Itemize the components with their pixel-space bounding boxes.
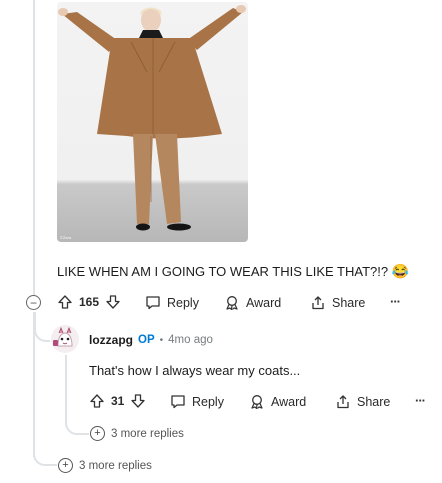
comment-image[interactable]: ©Zara (57, 2, 248, 242)
reply-reply-button[interactable]: Reply (170, 394, 224, 409)
share-button[interactable]: Share (310, 295, 365, 310)
comment-header: lozzapg OP • 4mo ago (89, 333, 213, 347)
upvote-icon[interactable] (57, 294, 73, 310)
share-icon (310, 295, 326, 310)
plus-icon: + (58, 458, 73, 473)
collapse-button[interactable]: − (26, 295, 41, 310)
more-replies-button[interactable]: + 3 more replies (58, 458, 152, 473)
thread-curve-main (33, 443, 57, 466)
plus-icon: + (90, 426, 105, 441)
share-label: Share (332, 295, 366, 310)
op-badge: OP (138, 334, 155, 346)
coat-model-illustration (58, 5, 246, 231)
image-credit: ©Zara (60, 235, 72, 240)
username[interactable]: lozzapg (89, 333, 133, 347)
separator: • (159, 334, 164, 346)
minus-icon: − (29, 295, 37, 310)
vote-score: 165 (79, 295, 100, 309)
vote-controls: 165 (57, 294, 121, 310)
reply-vote-controls: 31 (89, 393, 146, 409)
award-icon (249, 394, 265, 409)
award-button[interactable]: Award (224, 295, 281, 310)
reply-award-button[interactable]: Award (249, 394, 306, 409)
reply-share-button[interactable]: Share (335, 394, 390, 409)
avatar[interactable] (50, 324, 80, 354)
more-replies-label: 3 more replies (111, 427, 184, 440)
comment-bubble-icon (170, 394, 186, 409)
more-replies-nested-button[interactable]: + 3 more replies (90, 426, 184, 441)
share-icon (335, 394, 351, 409)
thread-curve-reply-more (65, 412, 89, 435)
thread-line-main[interactable] (33, 0, 35, 300)
more-replies-label: 3 more replies (79, 459, 152, 472)
reply-label: Reply (192, 394, 224, 409)
avatar-icon (51, 325, 79, 353)
award-icon (224, 295, 240, 310)
share-label: Share (357, 394, 391, 409)
vote-score: 31 (111, 394, 125, 408)
comment-body: LIKE WHEN AM I GOING TO WEAR THIS LIKE T… (57, 264, 389, 279)
downvote-icon[interactable] (105, 294, 121, 310)
downvote-icon[interactable] (130, 393, 146, 409)
laughing-emoji-icon: 😂 (391, 263, 410, 279)
timestamp[interactable]: 4mo ago (168, 334, 213, 346)
more-options-button[interactable]: ··· (390, 294, 401, 309)
award-label: Award (246, 295, 282, 310)
award-label: Award (271, 394, 307, 409)
comment-bubble-icon (145, 295, 161, 310)
comment-text: LIKE WHEN AM I GOING TO WEAR THIS LIKE T… (57, 263, 409, 280)
reply-more-options-button[interactable]: ··· (415, 393, 426, 408)
reply-button[interactable]: Reply (145, 295, 199, 310)
upvote-icon[interactable] (89, 393, 105, 409)
reply-text: That's how I always wear my coats... (89, 363, 301, 378)
thread-line-reply[interactable] (65, 355, 67, 418)
reply-label: Reply (167, 295, 199, 310)
